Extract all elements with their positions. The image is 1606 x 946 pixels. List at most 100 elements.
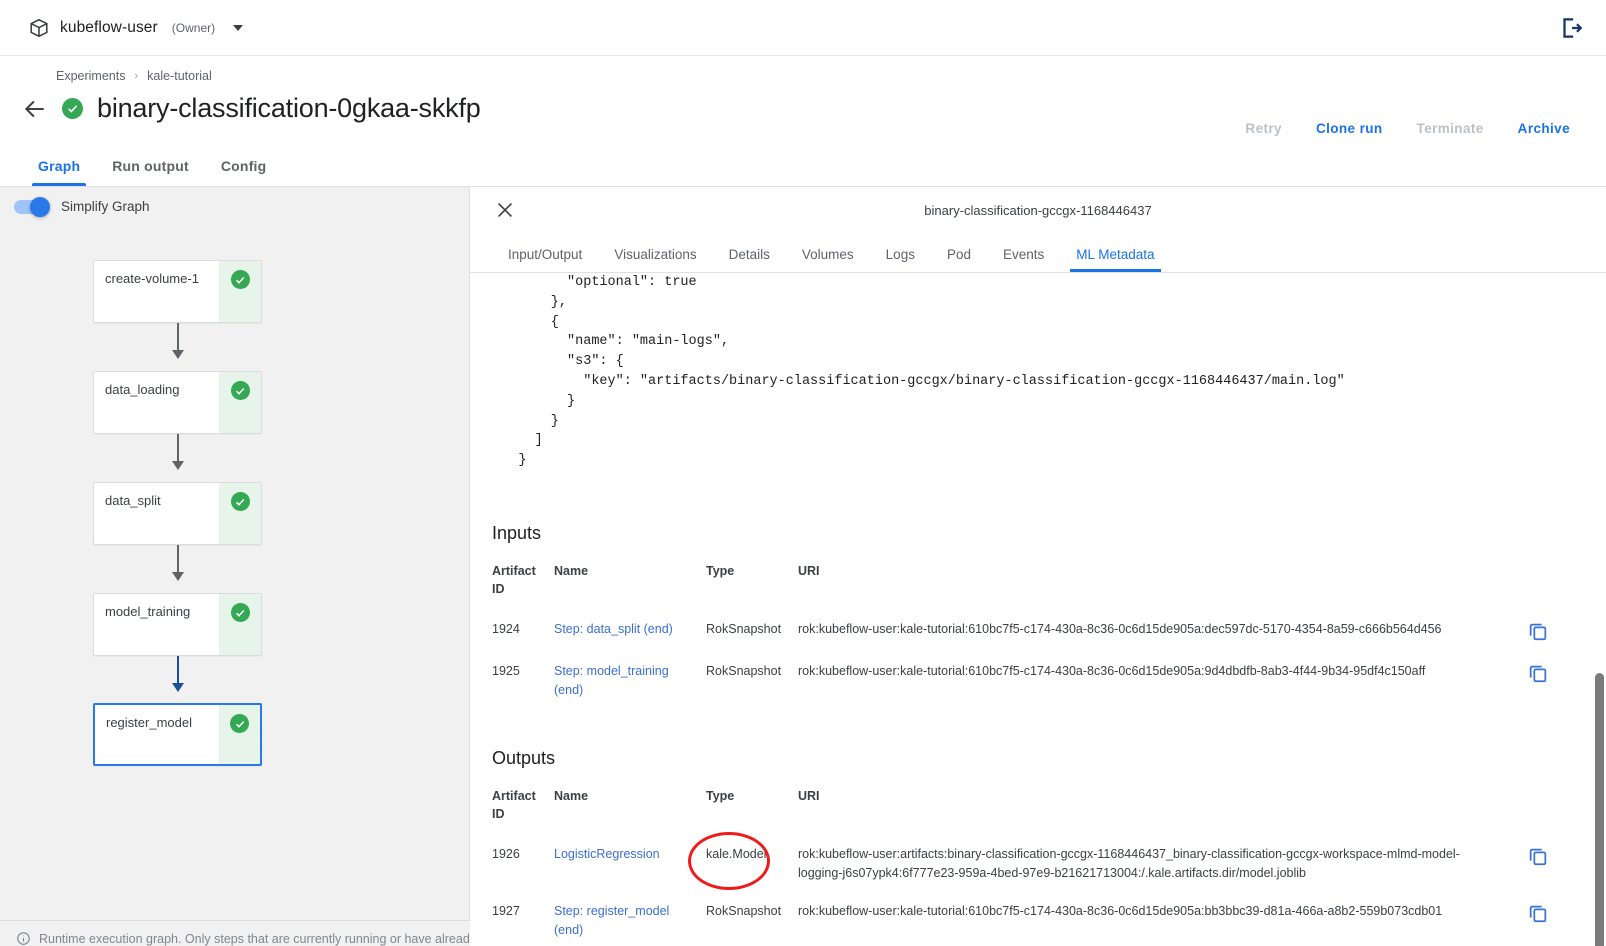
cell-name-link[interactable]: Step: register_model (end): [554, 904, 669, 937]
body-split: Simplify Graph create-volume-1 data_load…: [0, 187, 1606, 946]
tab-volumes[interactable]: Volumes: [786, 247, 870, 272]
cell-name-link[interactable]: Step: data_split (end): [554, 622, 673, 636]
table-row: 1924 Step: data_split (end) RokSnapshot …: [486, 610, 1566, 652]
namespace-selector[interactable]: kubeflow-user (Owner): [28, 17, 244, 39]
column-artifact-id: Artifact ID: [492, 788, 536, 821]
breadcrumb-experiments[interactable]: Experiments: [56, 69, 125, 83]
table-row: 1925 Step: model_training (end) RokSnaps…: [486, 652, 1566, 710]
cell-uri-link[interactable]: rok:kubeflow-user:kale-tutorial:610bc7f5…: [792, 610, 1512, 652]
outputs-table: Artifact ID Name Type URI 1926 LogisticR…: [486, 783, 1566, 946]
graph-node-label: data_split: [105, 493, 161, 508]
check-circle-icon: [230, 270, 250, 289]
inputs-table: Artifact ID Name Type URI 1924 Step: dat…: [486, 558, 1566, 710]
main-tabs: Graph Run output Config: [0, 140, 1606, 187]
retry-button[interactable]: Retry: [1231, 112, 1296, 145]
run-actions: Retry Clone run Terminate Archive: [1231, 112, 1584, 145]
close-icon[interactable]: [494, 199, 516, 221]
tab-config[interactable]: Config: [205, 158, 283, 186]
terminate-button[interactable]: Terminate: [1403, 112, 1498, 145]
cell-type: kale.Model: [706, 846, 767, 861]
graph-edge-arrow: [172, 572, 184, 581]
cell-copy: [1512, 652, 1566, 710]
cell-type: RokSnapshot: [706, 664, 782, 679]
tab-ml-metadata[interactable]: ML Metadata: [1060, 247, 1170, 272]
column-type: Type: [706, 788, 735, 803]
cell-copy: [1512, 835, 1566, 893]
side-panel-title: binary-classification-gccgx-1168446437: [924, 202, 1152, 218]
toggle-knob: [30, 196, 50, 217]
graph-node-data-loading[interactable]: data_loading: [93, 371, 262, 434]
metadata-code-region: "optional": true }, { "name": "main-logs…: [486, 273, 1566, 471]
graph-node-status: [219, 261, 261, 322]
graph-node-status: [219, 483, 261, 544]
copy-icon[interactable]: [1527, 662, 1549, 684]
side-panel-content: "optional": true }, { "name": "main-logs…: [470, 273, 1606, 946]
tab-pod[interactable]: Pod: [931, 247, 987, 272]
graph-node-label: model_training: [105, 604, 191, 619]
graph-edge-selected: [177, 656, 179, 685]
column-type: Type: [706, 563, 735, 578]
copy-icon[interactable]: [1527, 902, 1549, 924]
cell-uri-link[interactable]: rok:kubeflow-user:kale-tutorial:610bc7f5…: [792, 652, 1512, 710]
run-status-check-circle-icon: [62, 98, 83, 119]
tab-visualizations[interactable]: Visualizations: [598, 247, 712, 272]
graph-node-model-training[interactable]: model_training: [93, 593, 262, 656]
tab-input-output[interactable]: Input/Output: [492, 247, 598, 272]
cell-copy: [1512, 610, 1566, 652]
graph-node-label: data_loading: [105, 382, 180, 397]
copy-icon[interactable]: [1527, 620, 1549, 642]
breadcrumb: Experiments › kale-tutorial: [0, 56, 1584, 83]
graph-node-status: [219, 372, 261, 433]
breadcrumb-separator: ›: [134, 70, 139, 82]
check-circle-icon: [230, 714, 249, 733]
tab-graph[interactable]: Graph: [22, 158, 96, 186]
tab-events[interactable]: Events: [987, 247, 1060, 272]
outputs-section-title: Outputs: [492, 747, 556, 768]
logout-icon[interactable]: [1558, 15, 1584, 41]
archive-button[interactable]: Archive: [1504, 112, 1584, 145]
graph-node-status: [219, 594, 261, 655]
graph-footer-text: Runtime execution graph. Only steps that…: [39, 931, 470, 946]
chevron-down-icon[interactable]: [233, 24, 244, 31]
copy-icon[interactable]: [1527, 845, 1549, 867]
simplify-graph-toggle[interactable]: [14, 196, 50, 217]
page-header: Experiments › kale-tutorial binary-class…: [0, 56, 1606, 140]
side-panel-header: binary-classification-gccgx-1168446437: [470, 187, 1606, 233]
check-circle-icon: [230, 381, 250, 400]
cell-name-link[interactable]: Step: model_training (end): [554, 664, 669, 697]
graph-node-label: create-volume-1: [105, 271, 199, 286]
tab-details[interactable]: Details: [713, 247, 786, 272]
inputs-section-title: Inputs: [492, 522, 542, 543]
tab-run-output[interactable]: Run output: [96, 158, 205, 186]
cube-icon: [28, 17, 50, 39]
graph-edge: [177, 545, 179, 574]
graph-node-register-model[interactable]: register_model: [93, 703, 262, 766]
graph-footer: Runtime execution graph. Only steps that…: [0, 920, 470, 946]
namespace-name: kubeflow-user: [60, 18, 158, 36]
clone-run-button[interactable]: Clone run: [1302, 112, 1397, 145]
cell-name-link[interactable]: LogisticRegression: [554, 847, 660, 861]
cell-uri-link[interactable]: rok:kubeflow-user:artifacts:binary-class…: [792, 835, 1512, 893]
check-circle-icon: [230, 603, 250, 622]
cell-uri-link[interactable]: rok:kubeflow-user:kale-tutorial:610bc7f5…: [792, 892, 1512, 946]
breadcrumb-kale-tutorial[interactable]: kale-tutorial: [147, 69, 212, 83]
column-artifact-id: Artifact ID: [492, 563, 536, 597]
graph-node-create-volume-1[interactable]: create-volume-1: [93, 260, 262, 323]
side-panel-tabs: Input/Output Visualizations Details Volu…: [470, 233, 1606, 273]
namespace-role: (Owner): [171, 20, 216, 35]
check-circle-icon: [230, 492, 250, 511]
back-arrow-icon[interactable]: [22, 96, 48, 122]
simplify-graph-label: Simplify Graph: [61, 199, 150, 214]
graph-panel: Simplify Graph create-volume-1 data_load…: [0, 187, 470, 946]
cell-type: RokSnapshot: [706, 622, 782, 637]
table-header-row: Artifact ID Name Type URI: [486, 783, 1566, 835]
graph-node-label: register_model: [106, 715, 192, 730]
column-uri: URI: [798, 788, 820, 803]
cell-type: RokSnapshot: [706, 904, 782, 919]
graph-canvas: create-volume-1 data_loading data_split …: [0, 224, 469, 924]
tab-logs[interactable]: Logs: [870, 247, 931, 272]
metadata-json-code: "optional": true }, { "name": "main-logs…: [518, 275, 1345, 469]
table-row: 1926 LogisticRegression kale.Model rok:k…: [486, 835, 1566, 893]
graph-node-data-split[interactable]: data_split: [93, 482, 262, 545]
side-panel-scrollbar[interactable]: [1595, 673, 1604, 946]
